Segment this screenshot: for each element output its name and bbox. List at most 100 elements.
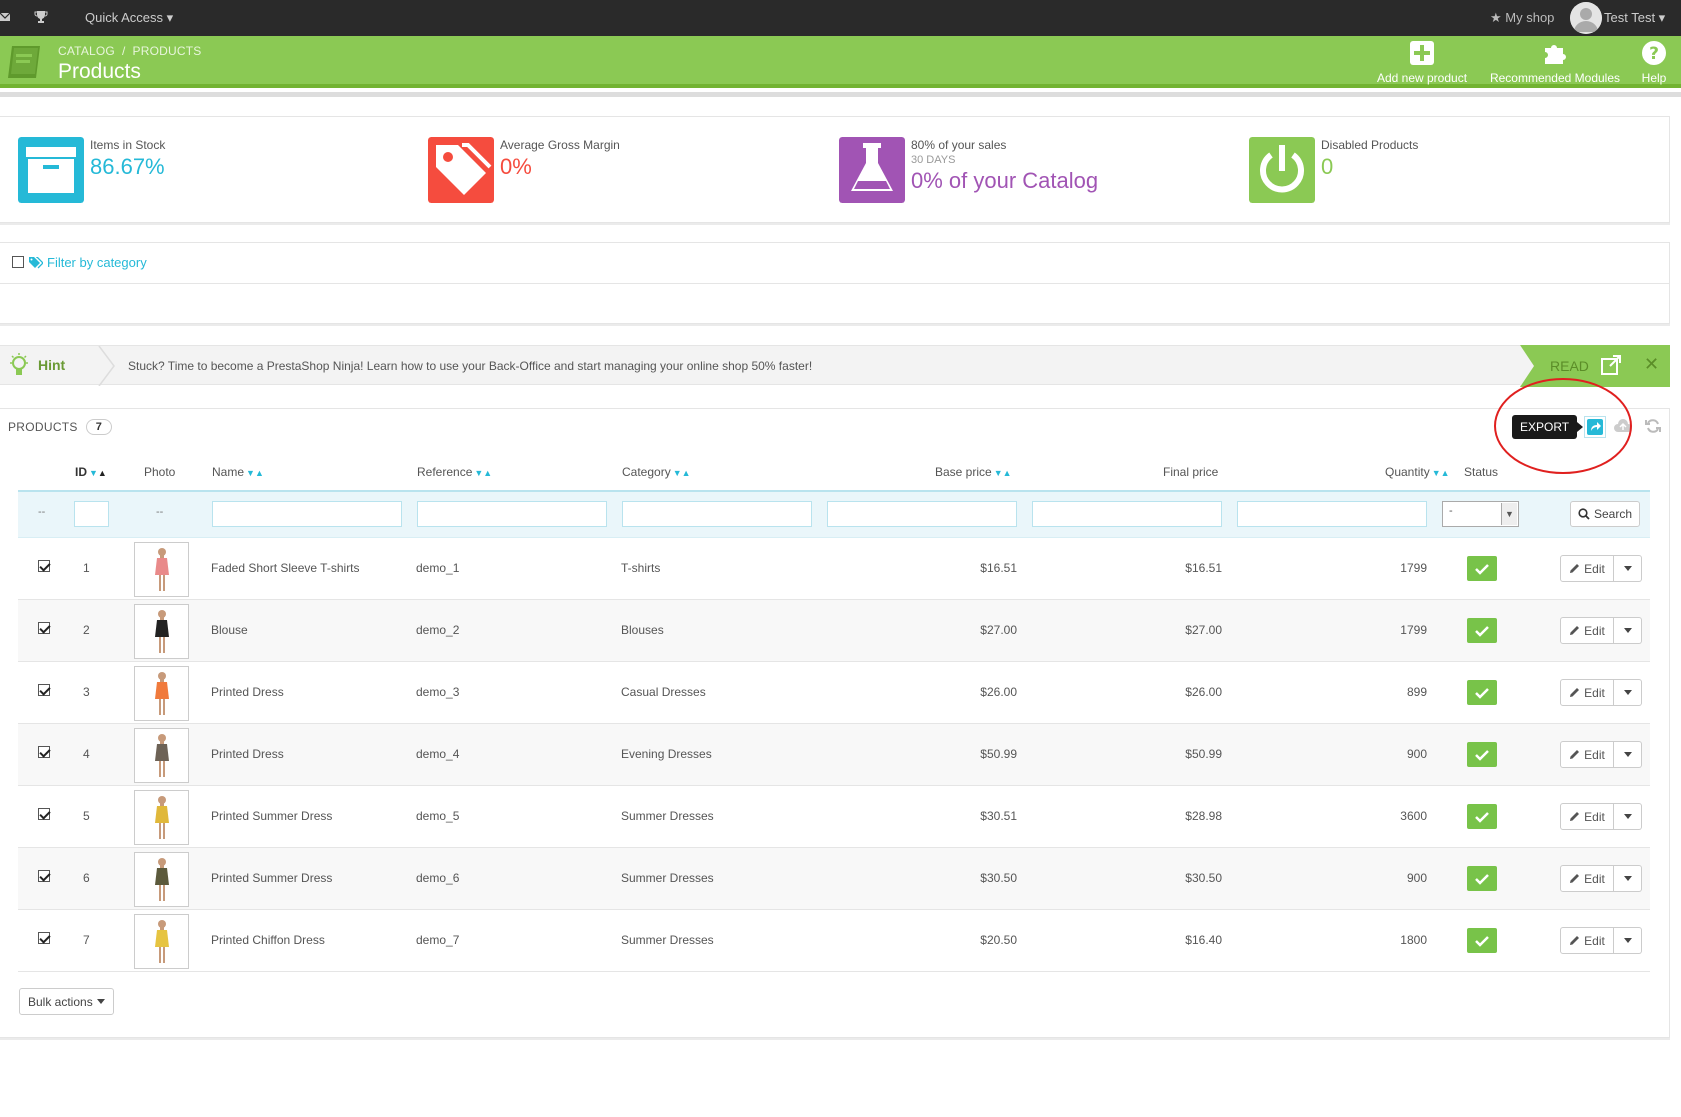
filter-name-input[interactable]: [212, 501, 402, 527]
mail-icon[interactable]: [0, 12, 10, 22]
product-thumbnail[interactable]: [134, 728, 189, 783]
cell-id: 5: [83, 809, 90, 823]
edit-button[interactable]: Edit: [1560, 741, 1614, 768]
column-header-base-price[interactable]: Base price ▼▲: [935, 465, 1012, 479]
search-button[interactable]: Search: [1570, 501, 1640, 527]
add-new-product-button[interactable]: Add new product: [1372, 40, 1472, 85]
refresh-icon[interactable]: [1645, 418, 1661, 434]
close-hint-icon[interactable]: ✕: [1644, 354, 1659, 375]
breadcrumb-catalog[interactable]: CATALOG: [58, 44, 115, 58]
filter-quantity-input[interactable]: [1237, 501, 1427, 527]
row-select-checkbox[interactable]: [38, 808, 50, 820]
row-actions: Edit: [1560, 617, 1642, 644]
cell-id: 1: [83, 561, 90, 575]
help-button[interactable]: ? Help: [1634, 40, 1674, 85]
cell-reference: demo_1: [416, 561, 460, 575]
trophy-icon[interactable]: [34, 10, 48, 24]
filter-id-input[interactable]: [74, 501, 109, 527]
page-title: Products: [58, 60, 141, 83]
edit-button[interactable]: Edit: [1560, 679, 1614, 706]
cell-id: 3: [83, 685, 90, 699]
row-actions-dropdown[interactable]: [1614, 927, 1642, 954]
column-header-quantity[interactable]: Quantity ▼▲: [1385, 465, 1450, 479]
avatar[interactable]: [1570, 2, 1602, 34]
filter-by-category-link[interactable]: Filter by category: [29, 255, 147, 270]
filter-final-price-input[interactable]: [1032, 501, 1222, 527]
plus-square-icon: [1410, 41, 1434, 65]
caret-down-icon: [1623, 690, 1632, 695]
read-button[interactable]: READ: [1550, 358, 1589, 374]
sort-desc-icon: ▼: [246, 468, 255, 478]
edit-button[interactable]: Edit: [1560, 927, 1614, 954]
filter-reference-input[interactable]: [417, 501, 607, 527]
tags-icon: [29, 256, 43, 268]
status-enabled-toggle[interactable]: [1467, 928, 1497, 953]
recommended-modules-button[interactable]: Recommended Modules: [1484, 40, 1626, 85]
filter-by-category-checkbox[interactable]: [12, 256, 24, 268]
edit-button[interactable]: Edit: [1560, 617, 1614, 644]
column-header-id[interactable]: ID ▼▲: [75, 465, 107, 479]
bulk-actions-button[interactable]: Bulk actions: [19, 988, 114, 1015]
kpi-value: 0: [1321, 154, 1334, 179]
table-row[interactable]: 2 Blouse demo_2 Blouses $27.00 $27.00 1799 Edit: [18, 600, 1650, 662]
filter-category-input[interactable]: [622, 501, 812, 527]
status-enabled-toggle[interactable]: [1467, 742, 1497, 767]
column-header-category[interactable]: Category ▼▲: [622, 465, 691, 479]
row-actions-dropdown[interactable]: [1614, 741, 1642, 768]
kpi-label: Items in Stock: [90, 138, 166, 152]
filter-base-price-input[interactable]: [827, 501, 1017, 527]
caret-down-icon: [1623, 566, 1632, 571]
archive-box-icon: [18, 137, 84, 203]
cell-quantity: 900: [1406, 871, 1427, 885]
product-thumbnail[interactable]: [134, 914, 189, 969]
row-actions-dropdown[interactable]: [1614, 865, 1642, 892]
edit-button[interactable]: Edit: [1560, 865, 1614, 892]
product-thumbnail[interactable]: [134, 852, 189, 907]
row-select-checkbox[interactable]: [38, 622, 50, 634]
kpi-value: 0%: [500, 154, 532, 179]
cell-name: Blouse: [211, 623, 248, 637]
filter-status-select[interactable]: - ▼: [1442, 501, 1519, 527]
row-actions-dropdown[interactable]: [1614, 555, 1642, 582]
power-icon: [1249, 137, 1315, 203]
status-enabled-toggle[interactable]: [1467, 556, 1497, 581]
table-row[interactable]: 4 Printed Dress demo_4 Evening Dresses $50.9…: [18, 724, 1650, 786]
sort-asc-icon: ▲: [681, 468, 691, 478]
chevron-down-icon: ▼: [1501, 503, 1517, 525]
cell-id: 6: [83, 871, 90, 885]
product-thumbnail[interactable]: [134, 604, 189, 659]
row-actions-dropdown[interactable]: [1614, 803, 1642, 830]
edit-button[interactable]: Edit: [1560, 555, 1614, 582]
external-link-icon[interactable]: [1600, 354, 1622, 376]
table-row[interactable]: 3 Printed Dress demo_3 Casual Dresses $26.00…: [18, 662, 1650, 724]
product-thumbnail[interactable]: [134, 542, 189, 597]
row-select-checkbox[interactable]: [38, 684, 50, 696]
row-select-checkbox[interactable]: [38, 870, 50, 882]
status-enabled-toggle[interactable]: [1467, 866, 1497, 891]
row-select-checkbox[interactable]: [38, 932, 50, 944]
user-menu[interactable]: Test Test ▾: [1604, 10, 1665, 26]
row-select-checkbox[interactable]: [38, 560, 50, 572]
table-row[interactable]: 7 Printed Chiffon Dress demo_7 Summer Dress…: [18, 910, 1650, 972]
column-header-reference[interactable]: Reference ▼▲: [417, 465, 492, 479]
product-thumbnail[interactable]: [134, 666, 189, 721]
table-row[interactable]: 6 Printed Summer Dress demo_6 Summer Dresse…: [18, 848, 1650, 910]
row-actions-dropdown[interactable]: [1614, 679, 1642, 706]
edit-button[interactable]: Edit: [1560, 803, 1614, 830]
status-enabled-toggle[interactable]: [1467, 618, 1497, 643]
quick-access-menu[interactable]: Quick Access ▾: [85, 10, 173, 26]
row-actions-dropdown[interactable]: [1614, 617, 1642, 644]
product-thumbnail[interactable]: [134, 790, 189, 845]
table-row[interactable]: 5 Printed Summer Dress demo_5 Summer Dresse…: [18, 786, 1650, 848]
cell-quantity: 900: [1406, 747, 1427, 761]
kpi-value: 0% of your Catalog: [911, 168, 1099, 193]
breadcrumb-products[interactable]: PRODUCTS: [133, 44, 202, 58]
table-filter-row: -- -- - ▼ Search: [18, 490, 1650, 538]
table-row[interactable]: 1 Faded Short Sleeve T-shirts demo_1 T-shir…: [18, 538, 1650, 600]
column-header-name[interactable]: Name ▼▲: [212, 465, 264, 479]
my-shop-link[interactable]: ★ My shop: [1490, 10, 1554, 26]
pencil-icon: [1570, 874, 1580, 883]
status-enabled-toggle[interactable]: [1467, 680, 1497, 705]
status-enabled-toggle[interactable]: [1467, 804, 1497, 829]
row-select-checkbox[interactable]: [38, 746, 50, 758]
